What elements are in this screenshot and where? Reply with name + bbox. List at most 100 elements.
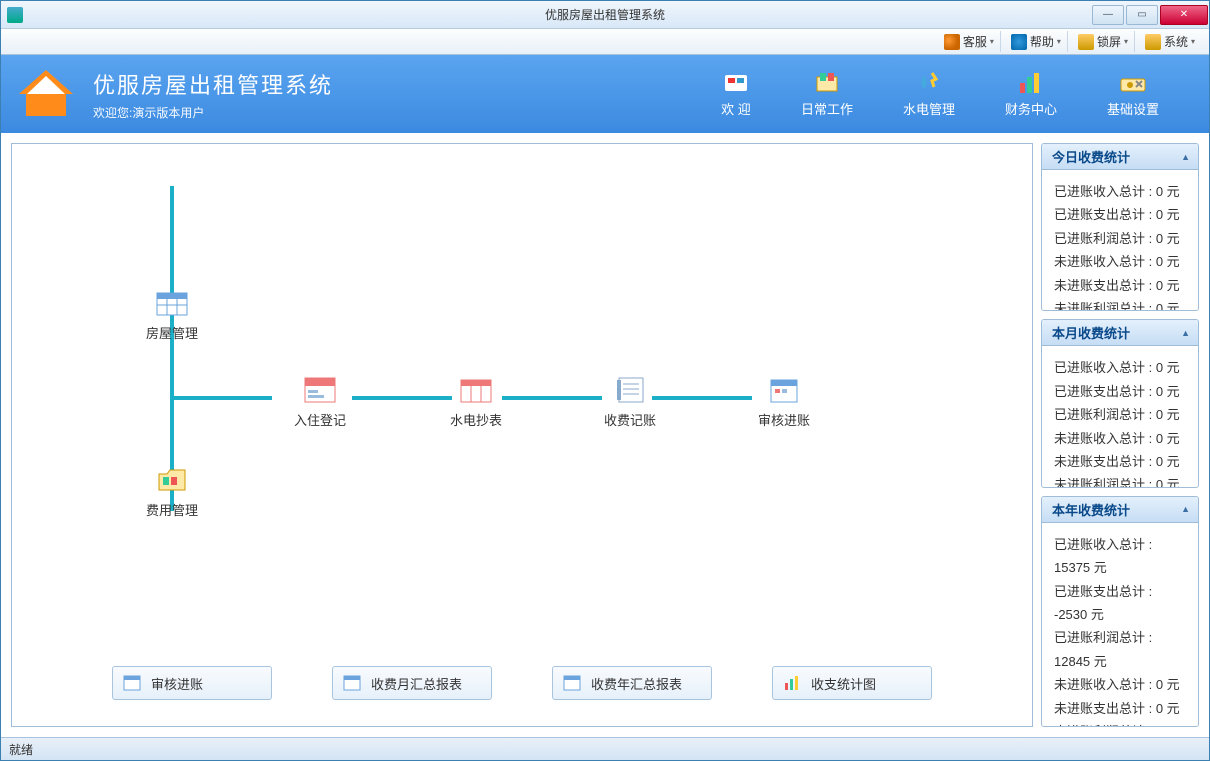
stat-row: 未进账收入总计 : 0 元 bbox=[1054, 673, 1186, 696]
nav-utility[interactable]: 水电管理 bbox=[903, 71, 955, 118]
stat-row: 未进账利润总计 : 0 元 bbox=[1054, 473, 1186, 487]
calendar-icon bbox=[123, 674, 141, 692]
banner: 优服房屋出租管理系统 欢迎您:演示版本用户 欢 迎 日常工作 水电管理 财务中心 bbox=[1, 55, 1209, 133]
stat-row: 已进账收入总计 : 15375 元 bbox=[1054, 533, 1186, 580]
wf-label: 入住登记 bbox=[294, 410, 346, 429]
panel-title: 本月收费统计 bbox=[1052, 323, 1130, 342]
app-name: 优服房屋出租管理系统 bbox=[93, 68, 333, 100]
action-audit[interactable]: 审核进账 bbox=[112, 666, 272, 700]
stat-row: 未进账支出总计 : 0 元 bbox=[1054, 450, 1186, 473]
btn-label: 收费年汇总报表 bbox=[591, 674, 682, 693]
finance-icon bbox=[1016, 71, 1046, 95]
stat-row: 未进账支出总计 : 0 元 bbox=[1054, 697, 1186, 720]
nav-label: 基础设置 bbox=[1107, 99, 1159, 118]
system-label: 系统 bbox=[1164, 33, 1188, 50]
action-chart[interactable]: 收支统计图 bbox=[772, 666, 932, 700]
minimize-button[interactable]: — bbox=[1092, 5, 1124, 25]
stat-row: 已进账支出总计 : -2530 元 bbox=[1054, 580, 1186, 627]
node-billing[interactable]: 收费记账 bbox=[590, 376, 670, 429]
panel-title: 本年收费统计 bbox=[1052, 500, 1130, 519]
connector bbox=[502, 396, 602, 400]
node-checkin[interactable]: 入住登记 bbox=[280, 376, 360, 429]
btn-label: 审核进账 bbox=[151, 674, 203, 693]
notebook-icon bbox=[613, 376, 647, 404]
collapse-icon[interactable]: ▲ bbox=[1181, 152, 1190, 162]
statusbar: 就绪 bbox=[1, 737, 1209, 760]
nav-finance[interactable]: 财务中心 bbox=[1005, 71, 1057, 118]
nav-label: 水电管理 bbox=[903, 99, 955, 118]
stat-row: 未进账收入总计 : 0 元 bbox=[1054, 250, 1186, 273]
nav-label: 欢 迎 bbox=[721, 99, 751, 118]
panel-today: 今日收费统计 ▲ 已进账收入总计 : 0 元 已进账支出总计 : 0 元 已进账… bbox=[1041, 143, 1199, 311]
action-yearly-report[interactable]: 收费年汇总报表 bbox=[552, 666, 712, 700]
stat-row: 已进账支出总计 : 0 元 bbox=[1054, 380, 1186, 403]
nav-label: 财务中心 bbox=[1005, 99, 1057, 118]
welcome-text: 欢迎您:演示版本用户 bbox=[93, 104, 333, 121]
top-toolbar: 客服 ▾ 帮助 ▾ 锁屏 ▾ 系统 ▾ bbox=[1, 29, 1209, 55]
chart-icon bbox=[783, 674, 801, 692]
window-title: 优服房屋出租管理系统 bbox=[1, 6, 1209, 23]
collapse-icon[interactable]: ▲ bbox=[1181, 328, 1190, 338]
help-label: 帮助 bbox=[1030, 33, 1054, 50]
service-button[interactable]: 客服 ▾ bbox=[938, 31, 1001, 52]
action-monthly-report[interactable]: 收费月汇总报表 bbox=[332, 666, 492, 700]
node-house-mgmt[interactable]: 房屋管理 bbox=[132, 289, 212, 342]
utility-icon bbox=[914, 71, 944, 95]
stat-row: 已进账收入总计 : 0 元 bbox=[1054, 356, 1186, 379]
wf-label: 水电抄表 bbox=[450, 410, 502, 429]
nav-settings[interactable]: 基础设置 bbox=[1107, 71, 1159, 118]
panel-header[interactable]: 今日收费统计 ▲ bbox=[1042, 144, 1198, 170]
stat-row: 已进账利润总计 : 12845 元 bbox=[1054, 626, 1186, 673]
people-icon bbox=[944, 34, 960, 50]
system-button[interactable]: 系统 ▾ bbox=[1139, 31, 1201, 52]
close-button[interactable]: ✕ bbox=[1160, 5, 1208, 25]
wf-label: 收费记账 bbox=[604, 410, 656, 429]
panel-header[interactable]: 本年收费统计 ▲ bbox=[1042, 497, 1198, 523]
nav-label: 日常工作 bbox=[801, 99, 853, 118]
calendar-icon bbox=[563, 674, 581, 692]
stat-row: 已进账利润总计 : 0 元 bbox=[1054, 227, 1186, 250]
panel-header[interactable]: 本月收费统计 ▲ bbox=[1042, 320, 1198, 346]
status-text: 就绪 bbox=[9, 741, 33, 758]
nav-daily[interactable]: 日常工作 bbox=[801, 71, 853, 118]
stat-row: 未进账支出总计 : 0 元 bbox=[1054, 274, 1186, 297]
node-fee-mgmt[interactable]: 费用管理 bbox=[132, 466, 212, 519]
lock-icon bbox=[1078, 34, 1094, 50]
titlebar: 优服房屋出租管理系统 — ▭ ✕ bbox=[1, 1, 1209, 29]
calendar-icon bbox=[767, 376, 801, 404]
welcome-icon bbox=[721, 71, 751, 95]
wf-label: 费用管理 bbox=[146, 500, 198, 519]
chevron-down-icon: ▾ bbox=[990, 37, 994, 46]
help-icon bbox=[1011, 34, 1027, 50]
wf-label: 房屋管理 bbox=[146, 323, 198, 342]
form-icon bbox=[303, 376, 337, 404]
lock-button[interactable]: 锁屏 ▾ bbox=[1072, 31, 1135, 52]
help-button[interactable]: 帮助 ▾ bbox=[1005, 31, 1068, 52]
connector bbox=[172, 396, 272, 400]
workflow-canvas: 房屋管理 入住登记 水电抄表 收费记账 审核进账 bbox=[11, 143, 1033, 727]
stat-row: 已进账收入总计 : 0 元 bbox=[1054, 180, 1186, 203]
collapse-icon[interactable]: ▲ bbox=[1181, 504, 1190, 514]
stat-row: 未进账利润总计 : 0 元 bbox=[1054, 297, 1186, 311]
connector bbox=[170, 186, 174, 511]
panel-title: 今日收费统计 bbox=[1052, 147, 1130, 166]
wf-label: 审核进账 bbox=[758, 410, 810, 429]
node-audit[interactable]: 审核进账 bbox=[744, 376, 824, 429]
btn-label: 收费月汇总报表 bbox=[371, 674, 462, 693]
chevron-down-icon: ▾ bbox=[1191, 37, 1195, 46]
grid-icon bbox=[155, 289, 189, 317]
stat-row: 未进账收入总计 : 0 元 bbox=[1054, 427, 1186, 450]
folder-icon bbox=[155, 466, 189, 494]
stat-row: 未进账利润总计 : 0 元 bbox=[1054, 720, 1186, 727]
settings-icon bbox=[1118, 71, 1148, 95]
maximize-button[interactable]: ▭ bbox=[1126, 5, 1158, 25]
chevron-down-icon: ▾ bbox=[1124, 37, 1128, 46]
panel-month: 本月收费统计 ▲ 已进账收入总计 : 0 元 已进账支出总计 : 0 元 已进账… bbox=[1041, 319, 1199, 487]
daily-icon bbox=[812, 71, 842, 95]
nav-welcome[interactable]: 欢 迎 bbox=[721, 71, 751, 118]
node-meter[interactable]: 水电抄表 bbox=[436, 376, 516, 429]
gear-icon bbox=[1145, 34, 1161, 50]
chevron-down-icon: ▾ bbox=[1057, 37, 1061, 46]
lock-label: 锁屏 bbox=[1097, 33, 1121, 50]
panel-year: 本年收费统计 ▲ 已进账收入总计 : 15375 元 已进账支出总计 : -25… bbox=[1041, 496, 1199, 727]
